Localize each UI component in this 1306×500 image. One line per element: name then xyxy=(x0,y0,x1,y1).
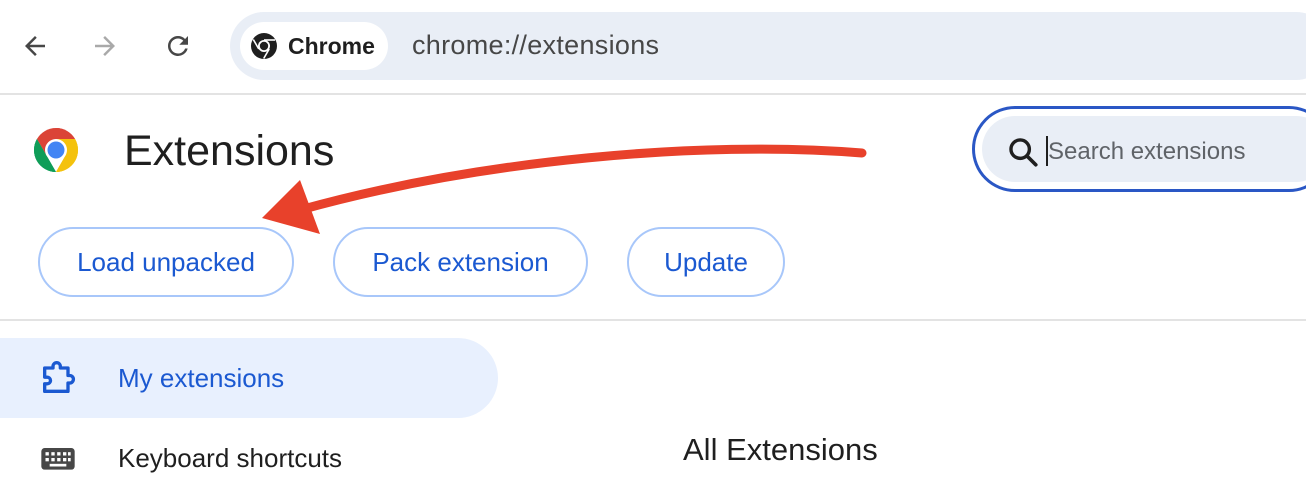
search-field-bg xyxy=(982,116,1306,182)
forward-button[interactable] xyxy=(81,22,129,70)
load-unpacked-button[interactable]: Load unpacked xyxy=(38,227,294,297)
chrome-logo-icon xyxy=(251,33,277,59)
omnibox[interactable]: Chrome chrome://extensions xyxy=(230,12,1306,80)
url-text: chrome://extensions xyxy=(412,30,660,60)
keyboard-icon xyxy=(41,448,75,470)
site-chip-label: Chrome xyxy=(288,32,375,59)
header-divider xyxy=(0,319,1306,321)
page-title: Extensions xyxy=(124,127,335,175)
reload-button[interactable] xyxy=(154,22,202,70)
site-chip[interactable]: Chrome xyxy=(240,22,388,70)
text-caret xyxy=(1046,136,1048,166)
search-box[interactable] xyxy=(972,106,1306,192)
arrow-right-icon xyxy=(95,36,115,56)
browser-toolbar: Chrome chrome://extensions xyxy=(0,0,1306,95)
section-title: All Extensions xyxy=(683,432,878,467)
sidebar-item-label: My extensions xyxy=(118,362,285,393)
puzzle-icon xyxy=(43,361,76,393)
sidebar-item-keyboard-shortcuts[interactable]: Keyboard shortcuts xyxy=(0,418,498,498)
sidebar-item-label: Keyboard shortcuts xyxy=(118,442,343,473)
reload-icon xyxy=(167,35,188,56)
sidebar-item-my-extensions[interactable]: My extensions xyxy=(0,338,498,418)
update-button[interactable]: Update xyxy=(627,227,785,297)
chrome-logo-icon xyxy=(34,128,78,172)
search-icon xyxy=(1009,138,1038,167)
search-input[interactable] xyxy=(1048,132,1306,172)
pack-extension-button[interactable]: Pack extension xyxy=(333,227,588,297)
arrow-left-icon xyxy=(25,36,45,56)
back-button[interactable] xyxy=(11,22,59,70)
